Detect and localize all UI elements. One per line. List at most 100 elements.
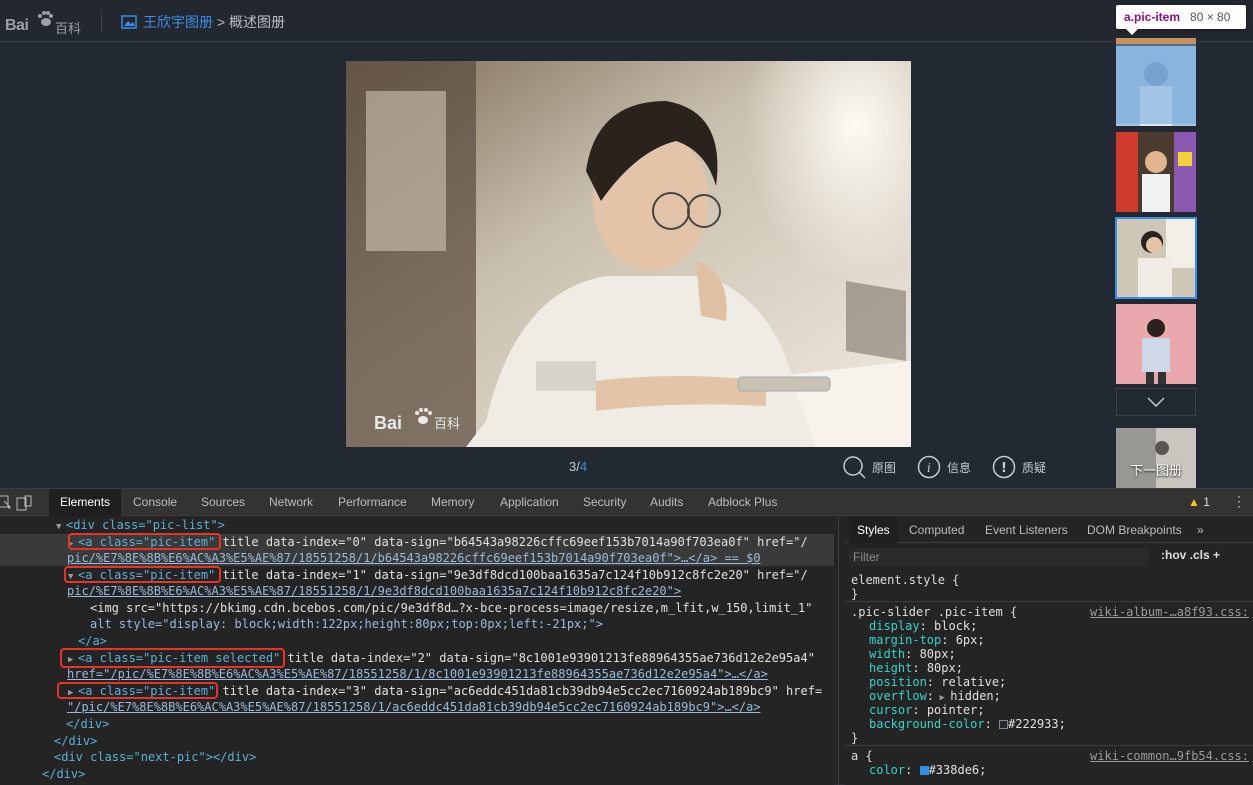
css-property[interactable]: margin-top: 6px; (869, 633, 985, 647)
report-button[interactable]: ! 质疑 (992, 454, 1046, 480)
logo-text-left: Bai (5, 17, 29, 34)
tab-audits[interactable]: Audits (639, 489, 694, 516)
info-icon: i (917, 455, 941, 479)
tab-security[interactable]: Security (572, 489, 637, 516)
dom-node-continued: "/pic/%E7%8E%8B%E6%AC%A3%E5%AE%87/185512… (67, 700, 761, 714)
top-bar: Bai 百科 王欣宇图册 > 概述图册 (0, 0, 1253, 42)
rule-selector[interactable]: .pic-slider .pic-item { (851, 605, 1017, 619)
dom-node[interactable]: <div class="next-pic"></div> (54, 749, 256, 765)
dom-node[interactable]: </div> (54, 733, 97, 749)
alert-icon: ! (992, 455, 1016, 479)
thumbnail-item[interactable] (1116, 132, 1196, 212)
more-thumbnails-button[interactable] (1116, 388, 1196, 416)
info-button[interactable]: i 信息 (917, 454, 971, 480)
tab-styles[interactable]: Styles (849, 517, 898, 543)
element-style-rule[interactable]: element.style { (851, 573, 959, 587)
divider (101, 10, 102, 32)
divider (845, 745, 1253, 746)
css-property[interactable]: width: 80px; (869, 647, 956, 661)
rule-source-link[interactable]: wiki-album-…a8f93.css: (1090, 605, 1249, 619)
rule-source-link[interactable]: wiki-common…9fb54.css: (1090, 749, 1249, 763)
annotation-box (64, 566, 221, 583)
tool-label: 质疑 (1022, 460, 1047, 475)
photo-image: Bai 百科 (346, 61, 911, 447)
tooltip-dims: 80 × 80 (1190, 10, 1231, 24)
tab-sources[interactable]: Sources (190, 489, 256, 516)
tab-memory[interactable]: Memory (420, 489, 485, 516)
rule-close: } (851, 587, 859, 601)
inspect-tooltip: a.pic-item 80 × 80 (1116, 5, 1246, 35)
original-image-button[interactable]: 原图 (842, 454, 896, 480)
next-album-button[interactable]: 下一图册 (1116, 428, 1196, 488)
css-property[interactable]: position: relative; (869, 675, 1006, 689)
baike-logo[interactable]: Bai 百科 (5, 7, 82, 37)
tab-dom-breakpoints[interactable]: DOM Breakpoints (1079, 517, 1190, 543)
device-toggle-icon[interactable] (16, 495, 32, 511)
warning-icon: ▲ (1188, 495, 1200, 509)
tab-performance[interactable]: Performance (327, 489, 418, 516)
dom-node[interactable]: ▼ <div class="pic-list"> (56, 517, 225, 533)
album-current: 概述图册 (228, 14, 285, 30)
paw-logo-icon (38, 11, 53, 26)
photo-viewer: Bai 百科 王欣宇图册 > 概述图册 Bai 百科 3/4 原图 i 信息 !… (0, 0, 1253, 488)
elements-dom-tree: ▼ <div class="pic-list"> ▶ <a class="pic-i… (0, 517, 834, 785)
color-swatch[interactable] (999, 720, 1009, 729)
warning-count: 1 (1203, 495, 1210, 509)
devtools-panel: Elements Console Sources Network Perform… (0, 488, 1253, 785)
tab-elements[interactable]: Elements (49, 489, 122, 516)
warning-counter[interactable]: ▲ 1 (1188, 495, 1210, 509)
tab-event-listeners[interactable]: Event Listeners (977, 517, 1076, 543)
thumbnail-image (1116, 218, 1196, 298)
dom-node[interactable]: </div> (66, 716, 109, 732)
tabs-overflow-button[interactable]: » (1189, 517, 1212, 543)
css-property[interactable]: color: #338de6; (869, 763, 986, 777)
tab-application[interactable]: Application (489, 489, 570, 516)
thumbnail-item[interactable] (1116, 304, 1196, 384)
dom-node-continued: href="/pic/%E7%8E%8B%E6%AC%A3%E5%AE%87/1… (67, 667, 768, 681)
dom-node[interactable]: <img src="https://bkimg.cdn.bcebos.com/p… (90, 600, 812, 616)
more-options-icon[interactable]: ⋮ (1232, 493, 1246, 510)
dom-node-continued: alt style="display: block;width:122px;he… (90, 617, 603, 631)
tab-computed[interactable]: Computed (901, 517, 972, 543)
photo-watermark-right: 百科 (434, 417, 460, 432)
dom-node[interactable]: </div> (42, 766, 85, 782)
main-photo[interactable]: Bai 百科 (346, 61, 911, 447)
css-property[interactable]: height: 80px; (869, 661, 963, 675)
thumbnail-item-selected[interactable] (1115, 217, 1197, 299)
css-property[interactable]: display: block; (869, 619, 977, 633)
tab-console[interactable]: Console (122, 489, 188, 516)
tab-network[interactable]: Network (258, 489, 324, 516)
thumbnail-image (1116, 304, 1196, 384)
color-swatch[interactable] (919, 766, 929, 775)
styles-filter-input[interactable]: Filter (849, 548, 1149, 566)
counter-total: 4 (579, 459, 588, 474)
thumbnail-image (1116, 132, 1196, 212)
devtools-tabbar: Elements Console Sources Network Perform… (0, 489, 1253, 516)
chevron-down-icon (1147, 397, 1165, 407)
photo-watermark: Bai (374, 413, 402, 433)
rule-selector[interactable]: a { (851, 749, 873, 763)
tool-label: 信息 (947, 460, 972, 475)
dom-node[interactable]: </a> (78, 633, 107, 649)
photo-counter: 3/4 (569, 459, 587, 474)
css-property[interactable]: overflow: ▶ hidden; (869, 689, 1001, 703)
inspect-element-icon[interactable] (0, 495, 12, 509)
dom-node-continued: pic/%E7%8E%8B%E6%AC%A3%E5%AE%87/18551258… (0, 550, 834, 566)
divider (845, 601, 1253, 602)
css-property[interactable]: background-color: #222933; (869, 717, 1066, 731)
element-highlight-overlay (1116, 38, 1196, 124)
album-icon (121, 15, 137, 29)
album-link[interactable]: 王欣宇图册 (143, 14, 213, 30)
css-property[interactable]: cursor: pointer; (869, 703, 985, 717)
rule-close: } (851, 731, 859, 745)
search-icon (843, 456, 866, 479)
svg-text:!: ! (1001, 461, 1007, 476)
breadcrumb: 王欣宇图册 > 概述图册 (121, 12, 285, 32)
styles-tabbar: Styles Computed Event Listeners DOM Brea… (845, 517, 1253, 543)
styles-pane: Styles Computed Event Listeners DOM Brea… (845, 517, 1253, 785)
logo-text-right: 百科 (55, 22, 82, 37)
hov-cls-controls[interactable]: :hov .cls + (1161, 548, 1220, 562)
tool-label: 原图 (872, 460, 897, 475)
panel-splitter[interactable] (838, 517, 839, 785)
tab-adblock-plus[interactable]: Adblock Plus (697, 489, 788, 516)
